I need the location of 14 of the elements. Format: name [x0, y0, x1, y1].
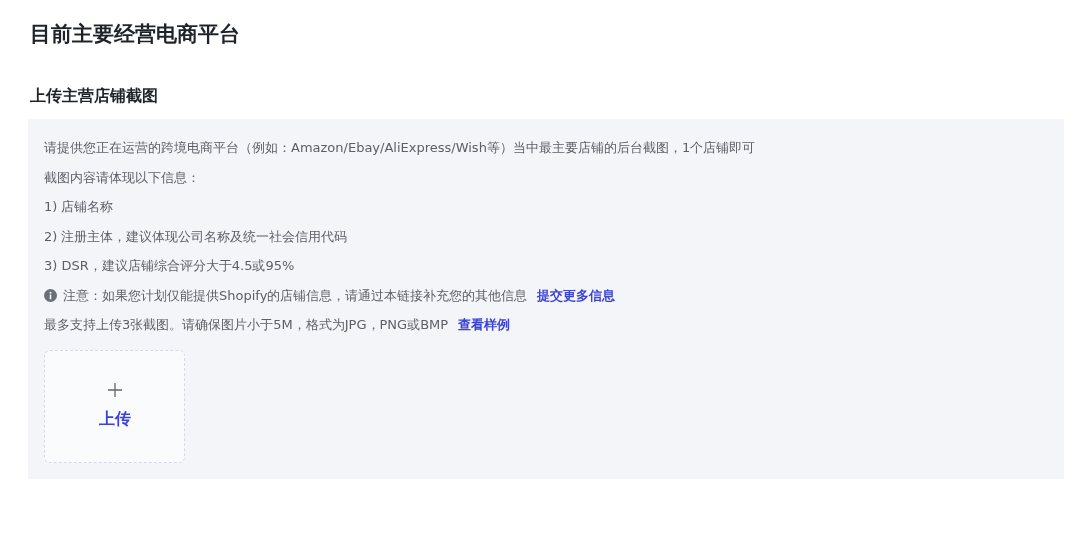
- upload-button[interactable]: 上传: [44, 349, 185, 463]
- more-info-link[interactable]: 提交更多信息: [537, 280, 616, 310]
- upload-rule-text: 最多支持上传3张截图。请确保图片小于5M，格式为JPG，PNG或BMP: [44, 316, 449, 334]
- page-title: 目前主要经营电商平台: [30, 21, 241, 48]
- instruction-text: 3) DSR，建议店铺综合评分大于4.5或95%: [44, 257, 295, 275]
- sample-link[interactable]: 查看样例: [458, 310, 511, 340]
- section-title: 上传主营店铺截图: [30, 86, 159, 107]
- instruction-text: 1) 店铺名称: [44, 198, 114, 216]
- instruction-text: 2) 注册主体，建议体现公司名称及统一社会信用代码: [44, 227, 348, 246]
- instruction-text: 请提供您正在运营的跨境电商平台（例如：Amazon/Ebay/AliExpress/Wish等）当中最主要店铺的后台截图，1个店铺即可: [44, 139, 756, 157]
- info-icon: [44, 288, 57, 302]
- notice-text: 注意：如果您计划仅能提供Shopify的店铺信息，请通过本链接补充您的其他信息: [63, 286, 528, 305]
- instruction-text: 截图内容请体现以下信息：: [44, 168, 200, 187]
- plus-icon: [107, 382, 122, 397]
